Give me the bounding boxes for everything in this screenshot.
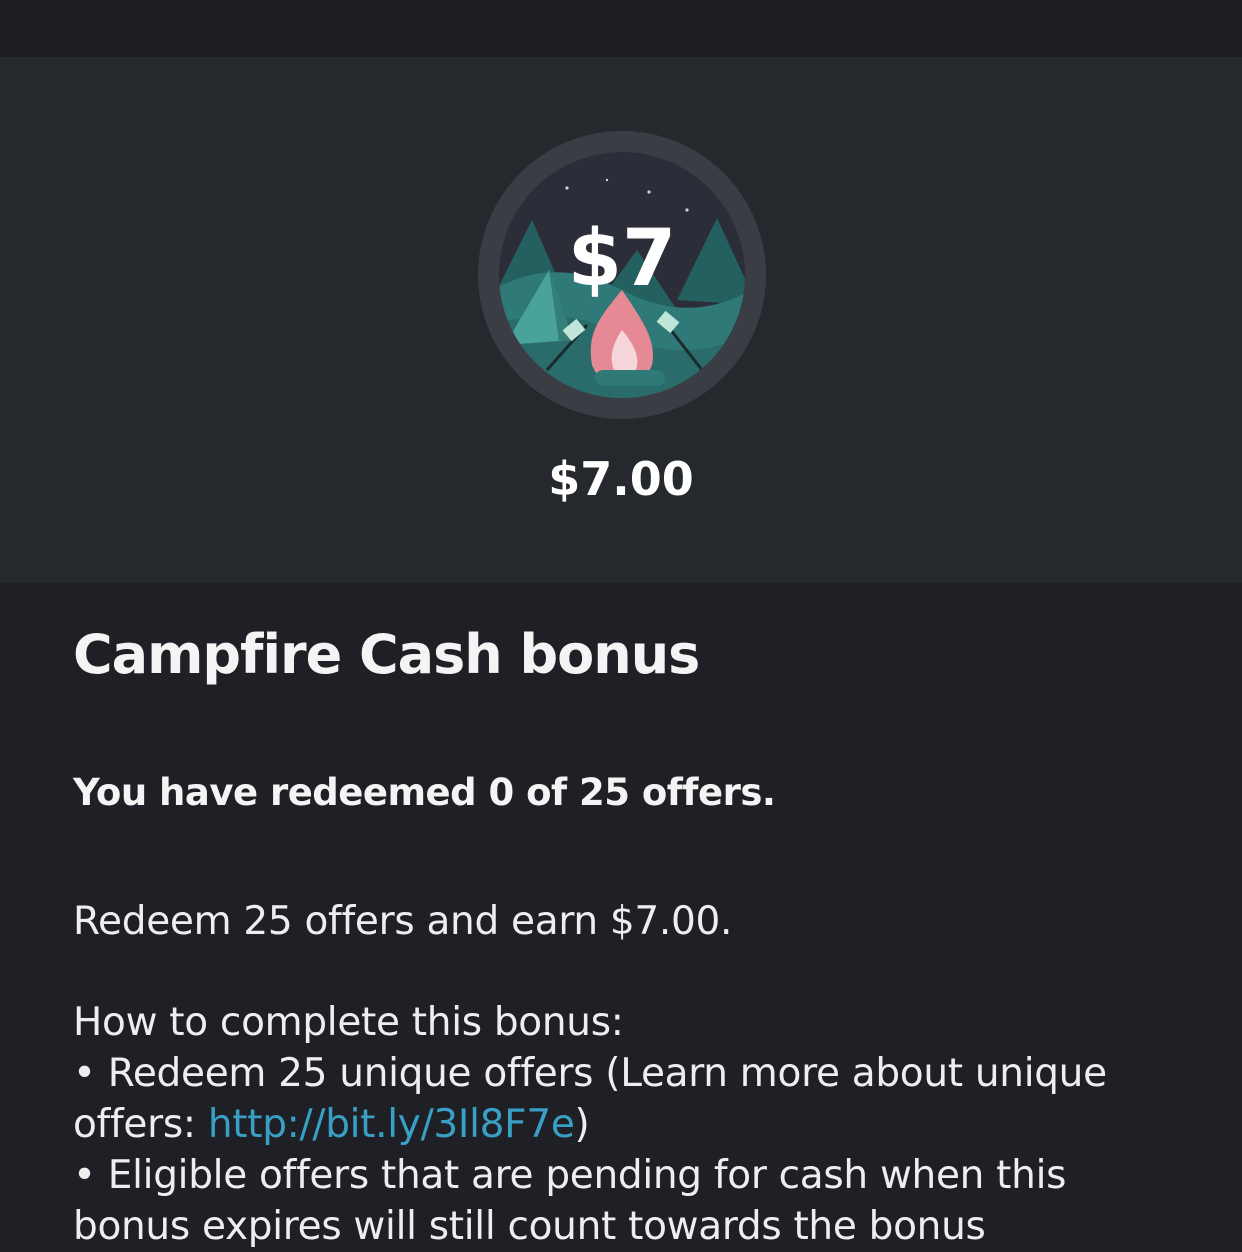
bonus-progress: You have redeemed 0 of 25 offers. bbox=[73, 771, 776, 814]
howto-bullet-2-line-2: bonus expires will still count towards t… bbox=[73, 1204, 986, 1249]
bonus-amount: $7.00 bbox=[548, 452, 694, 506]
bonus-title: Campfire Cash bonus bbox=[73, 623, 700, 686]
howto-bullet-1-line-1: • Redeem 25 unique offers (Learn more ab… bbox=[73, 1051, 1107, 1096]
bonus-summary: Redeem 25 offers and earn $7.00. bbox=[73, 899, 733, 944]
howto-bullet-1-prefix: offers: bbox=[73, 1102, 208, 1147]
howto-bullet-1-line-2: offers: http://bit.ly/3Il8F7e) bbox=[73, 1099, 1183, 1150]
howto-heading: How to complete this bonus: bbox=[73, 1000, 624, 1045]
badge-amount: $7 bbox=[568, 214, 677, 304]
bonus-hero: $7 $7.00 bbox=[0, 57, 1242, 583]
unique-offers-link[interactable]: http://bit.ly/3Il8F7e bbox=[208, 1102, 575, 1147]
top-bar bbox=[0, 0, 1242, 57]
howto-bullet-2-line-1: • Eligible offers that are pending for c… bbox=[73, 1153, 1067, 1198]
campfire-badge-icon: $7 bbox=[477, 130, 767, 420]
howto-bullet-1-suffix: ) bbox=[574, 1102, 590, 1147]
howto-section: How to complete this bonus: • Redeem 25 … bbox=[73, 997, 1183, 1252]
